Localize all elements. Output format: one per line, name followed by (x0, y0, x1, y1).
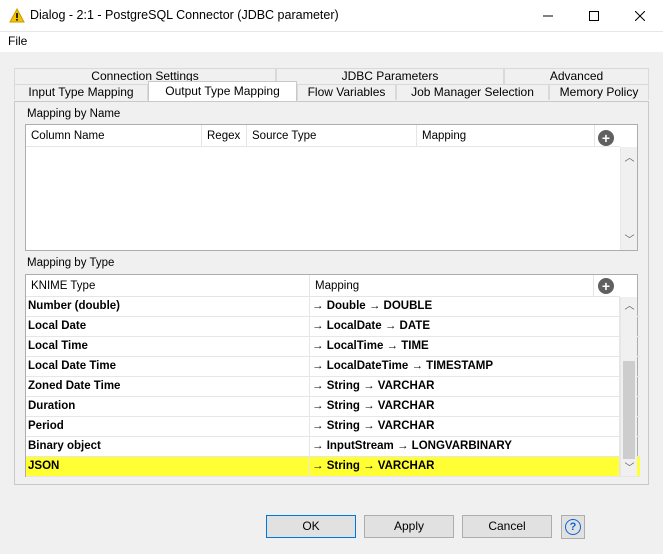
type-mapping-row[interactable]: Local Date Time → LocalDateTime → TIMESTA… (26, 357, 640, 377)
knime-warning-icon (9, 7, 25, 24)
type-mapping-row[interactable]: Binary object → InputStream → LONGVARBINA… (26, 437, 640, 457)
tab-output-type-mapping[interactable]: Output Type Mapping (148, 81, 297, 101)
type-mapping-row[interactable]: Local Time → LocalTime → TIME (26, 337, 640, 357)
minimize-button[interactable] (525, 0, 571, 32)
type-mapping-row[interactable]: Duration → String → VARCHAR (26, 397, 640, 417)
name-table-scrollbar[interactable]: ︿ ﹀ (620, 147, 637, 250)
tab-advanced[interactable]: Advanced (504, 68, 649, 84)
mapping-by-type-header: KNIME Type Mapping (26, 275, 620, 297)
column-header-column-name[interactable]: Column Name (26, 125, 202, 147)
knime-type-cell: Zoned Date Time (26, 377, 310, 397)
column-header-regex[interactable]: Regex (202, 125, 247, 147)
column-header-type-mapping[interactable]: Mapping (310, 275, 594, 297)
mapping-cell[interactable]: → String → VARCHAR (310, 377, 620, 397)
plus-icon: + (601, 278, 611, 294)
help-icon: ? (565, 519, 581, 535)
scroll-up-icon[interactable]: ︿ (622, 301, 637, 313)
type-mapping-row[interactable]: Period → String → VARCHAR (26, 417, 640, 437)
add-type-mapping-button[interactable]: + (598, 278, 614, 294)
scroll-up-icon[interactable]: ︿ (622, 153, 637, 165)
knime-type-cell: Local Date Time (26, 357, 310, 377)
tab-jdbc-parameters[interactable]: JDBC Parameters (276, 68, 504, 84)
mapping-cell[interactable]: → Double → DOUBLE (310, 297, 620, 317)
type-mapping-row[interactable]: Local Date → LocalDate → DATE (26, 317, 640, 337)
mapping-by-name-label: Mapping by Name (27, 108, 121, 120)
knime-type-cell: Local Time (26, 337, 310, 357)
mapping-cell[interactable]: → String → VARCHAR (310, 417, 620, 437)
ok-button[interactable]: OK (266, 515, 356, 538)
close-button[interactable] (617, 0, 663, 32)
maximize-button[interactable] (571, 0, 617, 32)
mapping-cell[interactable]: → LocalDate → DATE (310, 317, 620, 337)
plus-icon: + (601, 130, 611, 146)
mapping-by-name-header: Column Name Regex Source Type Mapping (26, 125, 620, 147)
type-mapping-row[interactable]: Zoned Date Time → String → VARCHAR (26, 377, 640, 397)
knime-type-cell: Duration (26, 397, 310, 417)
window-title: Dialog - 2:1 - PostgreSQL Connector (JDB… (30, 8, 339, 22)
menu-file[interactable]: File (8, 34, 27, 48)
knime-type-cell: Number (double) (26, 297, 310, 317)
scroll-down-icon[interactable]: ﹀ (622, 235, 637, 247)
scroll-down-icon[interactable]: ﹀ (622, 463, 637, 475)
menu-bar (0, 32, 663, 52)
mapping-by-name-table: Column Name Regex Source Type Mapping + … (25, 124, 638, 251)
type-table-scrollbar[interactable]: ︿ ﹀ (620, 297, 637, 476)
help-button[interactable]: ? (561, 515, 585, 539)
mapping-by-type-label: Mapping by Type (27, 257, 115, 269)
cancel-button[interactable]: Cancel (462, 515, 552, 538)
tab-input-type-mapping[interactable]: Input Type Mapping (14, 84, 148, 100)
tab-flow-variables[interactable]: Flow Variables (297, 84, 396, 100)
knime-type-cell: Period (26, 417, 310, 437)
knime-type-cell: Binary object (26, 437, 310, 457)
type-mapping-row[interactable]: Number (double) → Double → DOUBLE (26, 297, 640, 317)
mapping-cell[interactable]: → LocalDateTime → TIMESTAMP (310, 357, 620, 377)
apply-button[interactable]: Apply (364, 515, 454, 538)
column-header-source-type[interactable]: Source Type (247, 125, 417, 147)
scrollbar-thumb[interactable] (623, 361, 635, 459)
close-icon (635, 11, 645, 21)
mapping-cell[interactable]: → LocalTime → TIME (310, 337, 620, 357)
mapping-cell[interactable]: → InputStream → LONGVARBINARY (310, 437, 620, 457)
column-header-mapping[interactable]: Mapping (417, 125, 595, 147)
maximize-icon (589, 11, 599, 21)
type-rows: Number (double) → Double → DOUBLE Local Da… (26, 297, 640, 477)
type-mapping-row[interactable]: JSON → String → VARCHAR (26, 457, 640, 477)
mapping-cell[interactable]: → String → VARCHAR (310, 457, 620, 477)
mapping-by-type-table: KNIME Type Mapping + Number (double) → Do… (25, 274, 640, 477)
tab-job-manager-selection[interactable]: Job Manager Selection (396, 84, 549, 100)
tab-memory-policy[interactable]: Memory Policy (549, 84, 649, 100)
knime-type-cell: JSON (26, 457, 310, 477)
column-header-knime-type[interactable]: KNIME Type (26, 275, 310, 297)
knime-type-cell: Local Date (26, 317, 310, 337)
mapping-cell[interactable]: → String → VARCHAR (310, 397, 620, 417)
minimize-icon (543, 15, 553, 17)
add-name-mapping-button[interactable]: + (598, 130, 614, 146)
